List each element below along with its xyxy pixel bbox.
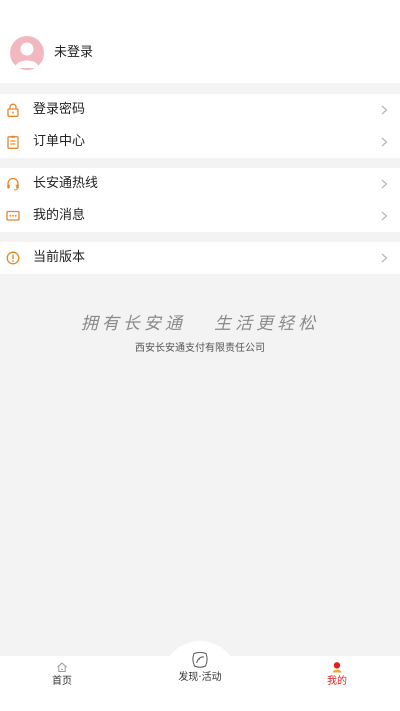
home-icon: [57, 662, 67, 672]
chevron-right-icon: [381, 179, 388, 189]
company-name: 西安长安通支付有限责任公司: [135, 343, 265, 354]
slogan-text: 拥有长安通 生活更轻松: [80, 314, 320, 334]
lock-icon: [6, 103, 20, 117]
menu-item-label: 登录密码: [33, 102, 86, 117]
chevron-right-icon: [381, 253, 388, 263]
menu-item-order-center[interactable]: 订单中心: [0, 126, 400, 158]
tab-home-label: 首页: [52, 676, 72, 687]
tab-discover-label: 发现·活动: [178, 672, 222, 683]
clipboard-icon: [6, 135, 20, 149]
menu-item-label: 订单中心: [33, 134, 86, 149]
headset-icon: [6, 177, 20, 191]
menu-item-hotline[interactable]: 长安通热线: [0, 168, 400, 200]
menu-group-service: 长安通热线 我的消息: [0, 168, 400, 232]
user-active-icon: [332, 662, 342, 673]
menu-item-label: 我的消息: [33, 208, 86, 223]
tab-home[interactable]: 首页: [38, 661, 86, 688]
discover-icon: [192, 652, 208, 668]
menu-item-login-password[interactable]: 登录密码: [0, 94, 400, 126]
tab-mine-label: 我的: [327, 676, 347, 687]
message-icon: [6, 209, 20, 223]
tab-discover[interactable]: 发现·活动: [165, 651, 235, 684]
login-status-text[interactable]: 未登录: [54, 45, 93, 61]
menu-group-account: 登录密码 订单中心: [0, 94, 400, 158]
menu-group-about: 当前版本: [0, 242, 400, 274]
profile-header[interactable]: 未登录: [0, 0, 400, 83]
info-icon: [6, 251, 20, 265]
menu-item-label: 当前版本: [33, 250, 86, 265]
chevron-right-icon: [381, 137, 388, 147]
menu-item-label: 长安通热线: [33, 176, 99, 191]
chevron-right-icon: [381, 211, 388, 221]
menu-item-messages[interactable]: 我的消息: [0, 200, 400, 232]
menu-item-version[interactable]: 当前版本: [0, 242, 400, 274]
tab-mine[interactable]: 我的: [313, 661, 361, 688]
user-avatar-icon[interactable]: [10, 36, 44, 70]
chevron-right-icon: [381, 105, 388, 115]
